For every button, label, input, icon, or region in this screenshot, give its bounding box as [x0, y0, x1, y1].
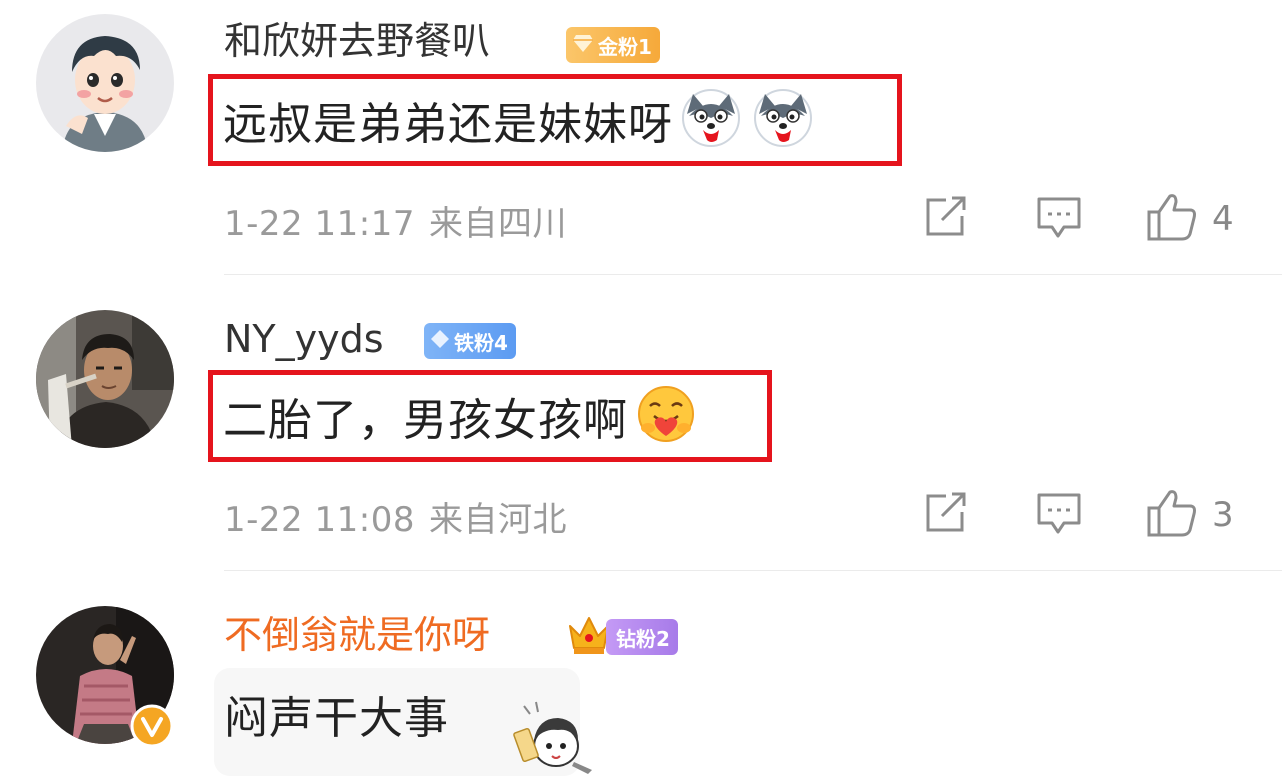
badge-label: 铁粉4	[454, 330, 508, 355]
username[interactable]: NY_yyds	[224, 316, 384, 362]
badge-label: 钻粉2	[616, 626, 670, 651]
comment-icon	[1036, 196, 1082, 244]
husky-emoji	[753, 88, 813, 152]
fan-badge[interactable]: 钻粉2	[606, 619, 678, 655]
username[interactable]: 和欣妍去野餐叭	[224, 18, 490, 64]
username[interactable]: 不倒翁就是你呀	[224, 612, 490, 658]
comment-meta: 1-22 11:08 来自河北	[224, 492, 567, 541]
comment-location: 来自四川	[428, 204, 567, 244]
reply-button[interactable]	[1036, 492, 1082, 540]
like-button[interactable]: 4	[1146, 192, 1234, 246]
reply-button[interactable]	[1036, 196, 1082, 244]
comment-item: 和欣妍去野餐叭 金粉1 远叔是弟弟还是妹妹呀 1-22 11:17 来自四川 4	[0, 0, 1282, 275]
share-icon	[924, 492, 968, 538]
comment-text: 二胎了，男孩女孩啊	[223, 395, 628, 446]
avatar[interactable]	[36, 14, 174, 152]
husky-emoji	[681, 88, 741, 152]
hug-smile-emoji	[636, 384, 696, 448]
share-button[interactable]	[924, 492, 968, 538]
fan-badge[interactable]: 金粉1	[566, 27, 660, 63]
fan-badge[interactable]: 铁粉4	[424, 323, 516, 359]
like-count: 3	[1212, 495, 1234, 535]
share-icon	[924, 196, 968, 242]
like-icon	[1146, 488, 1198, 542]
share-button[interactable]	[924, 196, 968, 242]
comment-date: 1-22 11:08	[224, 500, 415, 540]
comment-item: NY_yyds 铁粉4 二胎了，男孩女孩啊 1-22 11:08 来自河北 3	[0, 276, 1282, 571]
comment-icon	[1036, 492, 1082, 540]
comment-item: 不倒翁就是你呀 钻粉2 闷声干大事	[0, 572, 1282, 776]
avatar[interactable]	[36, 310, 174, 448]
divider	[224, 570, 1282, 571]
divider	[224, 274, 1282, 275]
comment-date: 1-22 11:17	[224, 204, 415, 244]
comment-meta: 1-22 11:17 来自四川	[224, 196, 567, 245]
comment-text: 远叔是弟弟还是妹妹呀	[223, 99, 673, 150]
comment-text: 闷声干大事	[224, 693, 449, 744]
verified-icon	[130, 704, 174, 748]
comment-list: 和欣妍去野餐叭 金粉1 远叔是弟弟还是妹妹呀 1-22 11:17 来自四川 4…	[0, 0, 1282, 776]
like-button[interactable]: 3	[1146, 488, 1234, 542]
highlight-box: 二胎了，男孩女孩啊	[208, 370, 772, 462]
like-icon	[1146, 192, 1198, 246]
badge-label: 金粉1	[598, 34, 652, 59]
like-count: 4	[1212, 199, 1234, 239]
diamond-icon	[430, 329, 450, 354]
diamond-icon	[572, 33, 594, 58]
sticker-image	[512, 700, 602, 776]
highlight-box: 远叔是弟弟还是妹妹呀	[208, 74, 902, 166]
comment-location: 来自河北	[428, 500, 567, 540]
